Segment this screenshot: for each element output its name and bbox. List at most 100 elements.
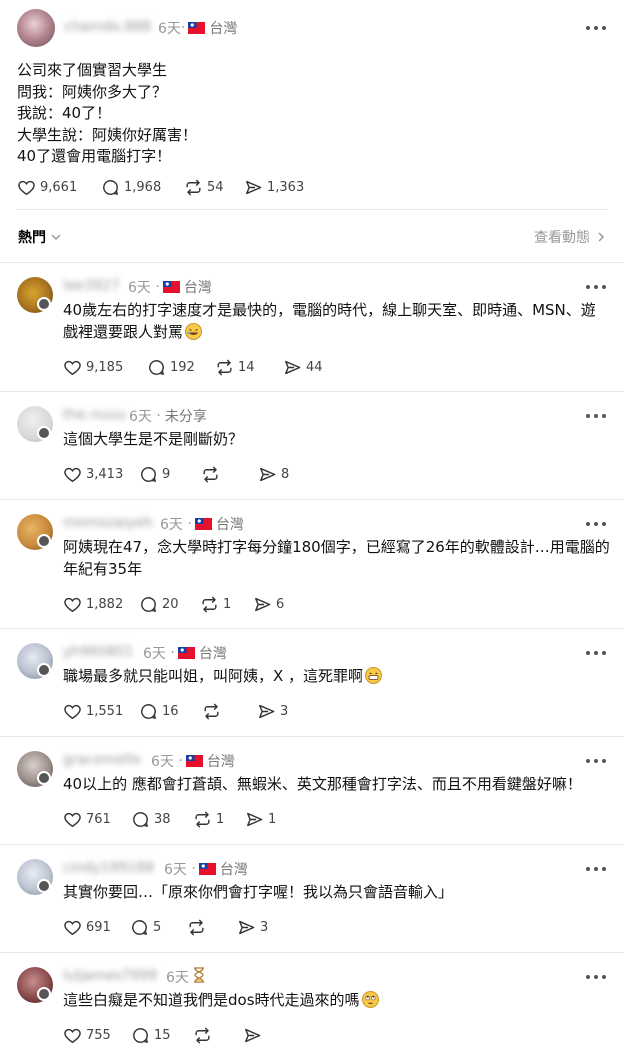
- more-options-icon[interactable]: [586, 413, 606, 419]
- share-icon: [246, 180, 262, 194]
- repost-button[interactable]: [193, 1026, 243, 1045]
- share-count: 3: [280, 704, 289, 719]
- view-activity-link[interactable]: 查看動態: [534, 227, 608, 247]
- like-button[interactable]: 9,185: [63, 358, 147, 377]
- username[interactable]: cindy199188: [63, 860, 154, 876]
- reply-line: 這些白癡是不知道我們是dos時代走過來的嗎: [63, 990, 379, 1012]
- comment-icon: [103, 179, 118, 195]
- repost-icon: [186, 179, 201, 195]
- share-button[interactable]: 1,363: [244, 178, 304, 197]
- reply-meta: 6天 · 台灣: [160, 516, 244, 533]
- reply-line: 這個大學生是不是剛斷奶？: [63, 430, 244, 448]
- like-button[interactable]: 3,413: [63, 465, 139, 484]
- comment-button[interactable]: 9: [139, 465, 201, 484]
- post-line: 40了還會用電腦打字！: [17, 147, 172, 165]
- share-count: 8: [281, 467, 290, 482]
- more-options-icon[interactable]: [586, 521, 606, 527]
- comment-button[interactable]: 38: [131, 810, 193, 829]
- repost-button[interactable]: [202, 702, 257, 721]
- like-button[interactable]: 691: [63, 918, 130, 937]
- comment-button[interactable]: 16: [139, 702, 202, 721]
- comment-icon: [133, 812, 148, 827]
- more-options-icon[interactable]: [586, 974, 606, 980]
- reply-body: 40歲左右的打字速度才是最快的，電腦的時代，線上聊天室、即時通、MSN、遊 戲裡還…: [63, 300, 596, 343]
- like-button[interactable]: 1,551: [63, 702, 139, 721]
- like-count: 9,661: [40, 179, 78, 195]
- share-button[interactable]: 8: [258, 465, 289, 484]
- reply-time: 6天: [143, 646, 166, 662]
- share-count: 1,363: [267, 179, 305, 195]
- share-button[interactable]: 1: [245, 810, 276, 829]
- reply-line: 職場最多就只能叫姐，叫阿姨，X ，這死罪啊: [63, 666, 383, 688]
- username[interactable]: momozaiyeh: [63, 515, 153, 531]
- comment-icon: [133, 1028, 148, 1043]
- hourglass-icon: [193, 967, 205, 987]
- comment-button[interactable]: 20: [139, 595, 200, 614]
- like-button[interactable]: 761: [63, 810, 131, 829]
- like-button[interactable]: 9,661: [17, 178, 101, 197]
- more-options-icon[interactable]: [586, 650, 606, 656]
- avatar-badge: [37, 297, 51, 311]
- avatar[interactable]: [17, 9, 55, 47]
- avatar-badge: [37, 987, 51, 1001]
- comment-button[interactable]: 5: [130, 918, 187, 937]
- chevron-down-icon: [51, 234, 61, 241]
- username[interactable]: yh960801: [63, 644, 134, 660]
- post-region: 台灣: [209, 21, 238, 37]
- sort-dropdown[interactable]: 熱門: [18, 227, 63, 247]
- reply-body: 這個大學生是不是剛斷奶？: [63, 429, 243, 451]
- comment-count: 192: [170, 359, 195, 375]
- share-button[interactable]: 6: [253, 595, 284, 614]
- comment-count: 9: [162, 467, 171, 482]
- taiwan-flag-icon: [185, 755, 203, 767]
- username[interactable]: lee3927: [63, 278, 120, 294]
- reply-meta: 6天 · 台灣: [164, 861, 248, 878]
- reply-line: 其實你要回…「原來你們會打字喔！我以為只會語音輸入」: [63, 883, 454, 901]
- username[interactable]: gracemello: [63, 752, 141, 768]
- like-count: 1,882: [86, 596, 124, 612]
- reply-meta: 6天 · 未分享: [129, 408, 207, 425]
- comment-count: 16: [162, 704, 179, 719]
- reply-meta: 6天: [166, 967, 205, 987]
- reply-region: 未分享: [164, 409, 207, 425]
- more-options-icon[interactable]: [586, 758, 606, 764]
- more-options-icon[interactable]: [586, 284, 606, 290]
- repost-button[interactable]: 1: [200, 595, 253, 614]
- share-button[interactable]: 3: [237, 918, 268, 937]
- reply-line: 40以上的 應都會打蒼頡、無蝦米、英文那種會打字法、而且不用看鍵盤好嘛！: [63, 775, 582, 793]
- like-button[interactable]: 755: [63, 1026, 131, 1045]
- reply-region: 台灣: [219, 862, 248, 878]
- share-button[interactable]: 3: [257, 702, 288, 721]
- username[interactable]: chamdo.888: [64, 19, 151, 35]
- repost-button[interactable]: 14: [215, 358, 283, 377]
- reply-time: 6天: [166, 970, 189, 986]
- reply-actions: 9,185 192 14 44: [63, 357, 323, 377]
- username[interactable]: luljames7999: [63, 968, 157, 984]
- repost-button[interactable]: [187, 918, 237, 937]
- taiwan-flag-icon: [188, 22, 206, 34]
- heart-icon: [64, 920, 81, 936]
- share-button[interactable]: [243, 1026, 266, 1045]
- post-line: 我說：40了！: [17, 104, 112, 122]
- repost-button[interactable]: 54: [184, 178, 244, 197]
- repost-button[interactable]: 1: [193, 810, 245, 829]
- like-button[interactable]: 1,882: [63, 595, 139, 614]
- comment-button[interactable]: 1,968: [101, 178, 184, 197]
- reply-body: 阿姨現在47，念大學時打字每分鐘180個字，已經寫了26年的軟體設計…用電腦的年…: [63, 537, 610, 580]
- avatar-badge: [37, 879, 51, 893]
- username[interactable]: the.nuuu: [63, 407, 126, 423]
- share-button[interactable]: 44: [283, 358, 323, 377]
- repost-button[interactable]: [201, 465, 258, 484]
- more-options-icon[interactable]: [586, 25, 606, 31]
- comment-button[interactable]: 192: [147, 358, 215, 377]
- like-count: 1,551: [86, 704, 124, 719]
- reply-time: 6天: [160, 517, 183, 533]
- reply-line: 阿姨現在47，念大學時打字每分鐘180個字，已經寫了26年的軟體設計…用電腦的: [63, 538, 610, 556]
- post-line: 問我：阿姨你多大了？: [17, 82, 168, 101]
- post-time: 6天: [158, 21, 181, 37]
- comment-button[interactable]: 15: [131, 1026, 193, 1045]
- more-options-icon[interactable]: [586, 866, 606, 872]
- reply-region: 台灣: [206, 754, 235, 770]
- reply-meta: 6天 · 台灣: [128, 279, 212, 296]
- comment-icon: [141, 704, 156, 719]
